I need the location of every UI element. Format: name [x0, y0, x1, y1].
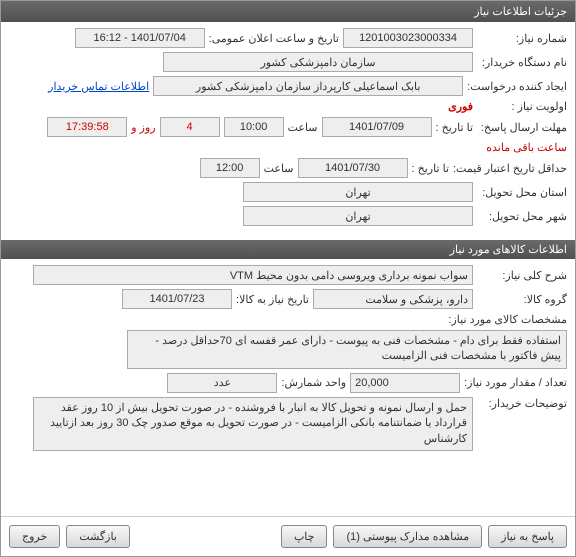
label-to-date-2: تا تاریخ :	[412, 162, 449, 175]
label-requester: ایجاد کننده درخواست:	[467, 80, 567, 93]
label-group: گروه کالا:	[477, 293, 567, 306]
label-time-1: ساعت	[288, 121, 318, 134]
label-qty: تعداد / مقدار مورد نیاز:	[464, 376, 567, 389]
publish-datetime: 1401/07/04 - 16:12	[75, 28, 205, 48]
label-min-valid: حداقل تاریخ اعتبار قیمت:	[453, 162, 567, 175]
label-remaining: ساعت باقی مانده	[486, 141, 567, 154]
label-days-and: روز و	[131, 121, 155, 134]
item-unit: عدد	[167, 373, 277, 393]
label-priority: اولویت نیاز :	[477, 100, 567, 113]
item-group: دارو، پزشکی و سلامت	[313, 289, 473, 309]
buyer-name: سازمان دامپزشکی کشور	[163, 52, 473, 72]
items-section-header: اطلاعات کالاهای مورد نیاز	[1, 240, 575, 259]
footer-toolbar: پاسخ به نیاز مشاهده مدارک پیوستی (1) چاپ…	[1, 516, 575, 556]
label-deliver-city: شهر محل تحویل:	[477, 210, 567, 223]
window-title: جزئیات اطلاعات نیاز	[1, 1, 575, 22]
item-specs: استفاده فقط برای دام - مشخصات فنی به پیو…	[127, 330, 567, 369]
deliver-prov: تهران	[243, 182, 473, 202]
item-qty: 20,000	[350, 373, 460, 393]
label-publish: تاریخ و ساعت اعلان عمومی:	[209, 32, 339, 45]
label-buyer-notes: توضیحات خریدار:	[477, 397, 567, 410]
contact-link[interactable]: اطلاعات تماس خریدار	[48, 80, 149, 93]
deliver-city: تهران	[243, 206, 473, 226]
attachments-button[interactable]: مشاهده مدارک پیوستی (1)	[333, 525, 482, 548]
item-desc: سواب نمونه برداری ویروسی دامی بدون محیط …	[33, 265, 473, 285]
need-number: 1201003023000334	[343, 28, 473, 48]
label-deadline: مهلت ارسال پاسخ:	[477, 121, 567, 134]
label-buyer: نام دستگاه خریدار:	[477, 56, 567, 69]
item-need-date: 1401/07/23	[122, 289, 232, 309]
reply-button[interactable]: پاسخ به نیاز	[488, 525, 567, 548]
label-specs: مشخصات کالای مورد نیاز:	[448, 313, 567, 326]
item-buyer-notes: حمل و ارسال نمونه و تحویل کالا به انبار …	[33, 397, 473, 451]
print-button[interactable]: چاپ	[281, 525, 328, 548]
label-time-2: ساعت	[264, 162, 294, 175]
label-unit: واحد شمارش:	[281, 376, 346, 389]
priority-value: فوری	[448, 100, 473, 113]
min-valid-time: 12:00	[200, 158, 260, 178]
deadline-time: 10:00	[224, 117, 284, 137]
label-desc: شرح کلی نیاز:	[477, 269, 567, 282]
min-valid-date: 1401/07/30	[298, 158, 408, 178]
label-need-number: شماره نیاز:	[477, 32, 567, 45]
time-left: 17:39:58	[47, 117, 127, 137]
requester-name: بابک اسماعیلی کارپرداز سازمان دامپزشکی ک…	[153, 76, 463, 96]
days-left: 4	[160, 117, 220, 137]
label-to-date-1: تا تاریخ :	[436, 121, 473, 134]
exit-button[interactable]: خروج	[9, 525, 60, 548]
label-deliver-prov: استان محل تحویل:	[477, 186, 567, 199]
deadline-date: 1401/07/09	[322, 117, 432, 137]
label-need-date: تاریخ نیاز به کالا:	[236, 293, 309, 306]
back-button[interactable]: بازگشت	[66, 525, 130, 548]
